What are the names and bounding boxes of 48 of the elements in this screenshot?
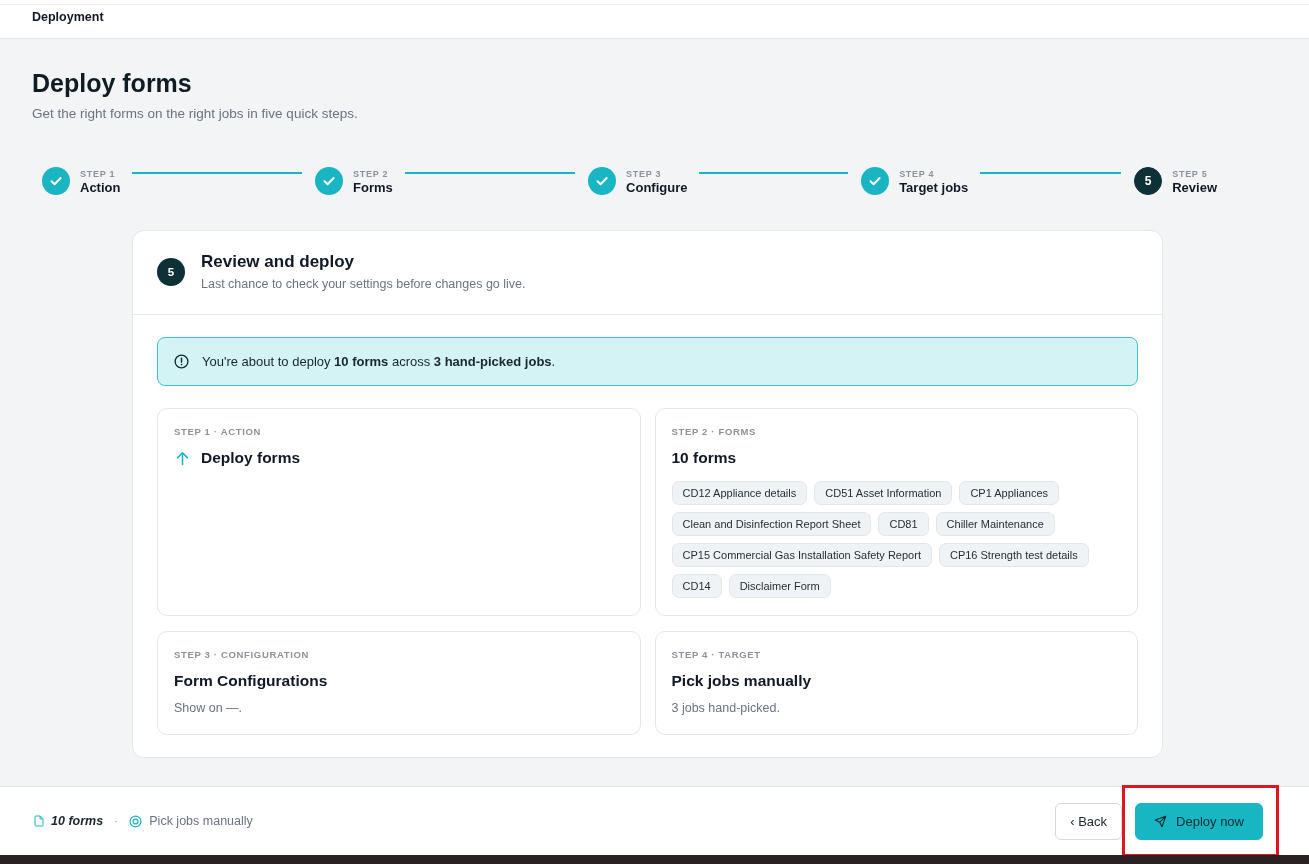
form-tag: CD81 [878, 512, 929, 536]
card-title: Deploy forms [201, 448, 301, 468]
step-number: 5 [157, 258, 185, 286]
form-tag: CP16 Strength test details [938, 543, 1089, 567]
step-name: Target jobs [899, 180, 969, 196]
card-note: Show on —. [174, 700, 243, 717]
panel-title: Review and deploy [201, 251, 355, 273]
back-button[interactable]: ‹ Back [1055, 802, 1123, 840]
summary-text: 10 forms [51, 814, 104, 828]
step-number: 5 [1134, 167, 1163, 195]
section-title: Deployment [32, 9, 104, 25]
card-title: 10 forms [671, 448, 737, 468]
step-label: STEP 3 [626, 168, 662, 180]
form-tag: Clean and Disinfection Report Sheet [671, 512, 872, 536]
step-label: STEP 1 [80, 168, 116, 180]
card-title: Form Configurations [174, 671, 328, 691]
step-name: Review [1172, 180, 1217, 196]
send-icon [1154, 814, 1168, 828]
deploy-button[interactable]: Deploy now [1135, 802, 1263, 840]
summary-text: Pick jobs manually [149, 814, 253, 828]
step-name: Forms [353, 180, 393, 196]
page-subtitle: Get the right forms on the right jobs in five quick steps. [32, 105, 358, 123]
card-label: STEP 4 · TARGET [671, 649, 761, 661]
card-label: STEP 3 · CONFIGURATION [174, 649, 310, 661]
step-label: STEP 4 [899, 168, 935, 180]
form-tag: CP15 Commercial Gas Installation Safety Report [671, 543, 932, 567]
arrow-up-icon [176, 450, 189, 466]
document-icon [34, 815, 44, 827]
card-label: STEP 1 · ACTION [174, 426, 262, 438]
card-note: 3 jobs hand-picked. [671, 700, 780, 717]
panel-subtitle: Last chance to check your settings before changes go live. [201, 276, 526, 293]
separator-dot: · [114, 814, 119, 828]
step-name: Action [80, 180, 121, 196]
step-label: STEP 2 [353, 168, 389, 180]
step-label: STEP 5 [1172, 168, 1208, 180]
target-icon [129, 814, 143, 828]
form-tag: CP1 Appliances [959, 481, 1060, 505]
info-icon [174, 354, 189, 369]
form-tag: CD14 [671, 574, 722, 598]
card-label: STEP 2 · FORMS [671, 426, 757, 438]
form-tag: CD12 Appliance details [671, 481, 808, 505]
banner-text: You're about to deploy 10 forms across 3 hand-picked jobs. [202, 354, 556, 369]
form-tag: Disclaimer Form [728, 574, 831, 598]
step-name: Configure [626, 180, 688, 196]
form-tag: Chiller Maintenance [935, 512, 1055, 536]
form-tag: CD51 Asset Information [814, 481, 953, 505]
card-title: Pick jobs manually [671, 671, 812, 691]
page-title: Deploy forms [32, 68, 192, 99]
